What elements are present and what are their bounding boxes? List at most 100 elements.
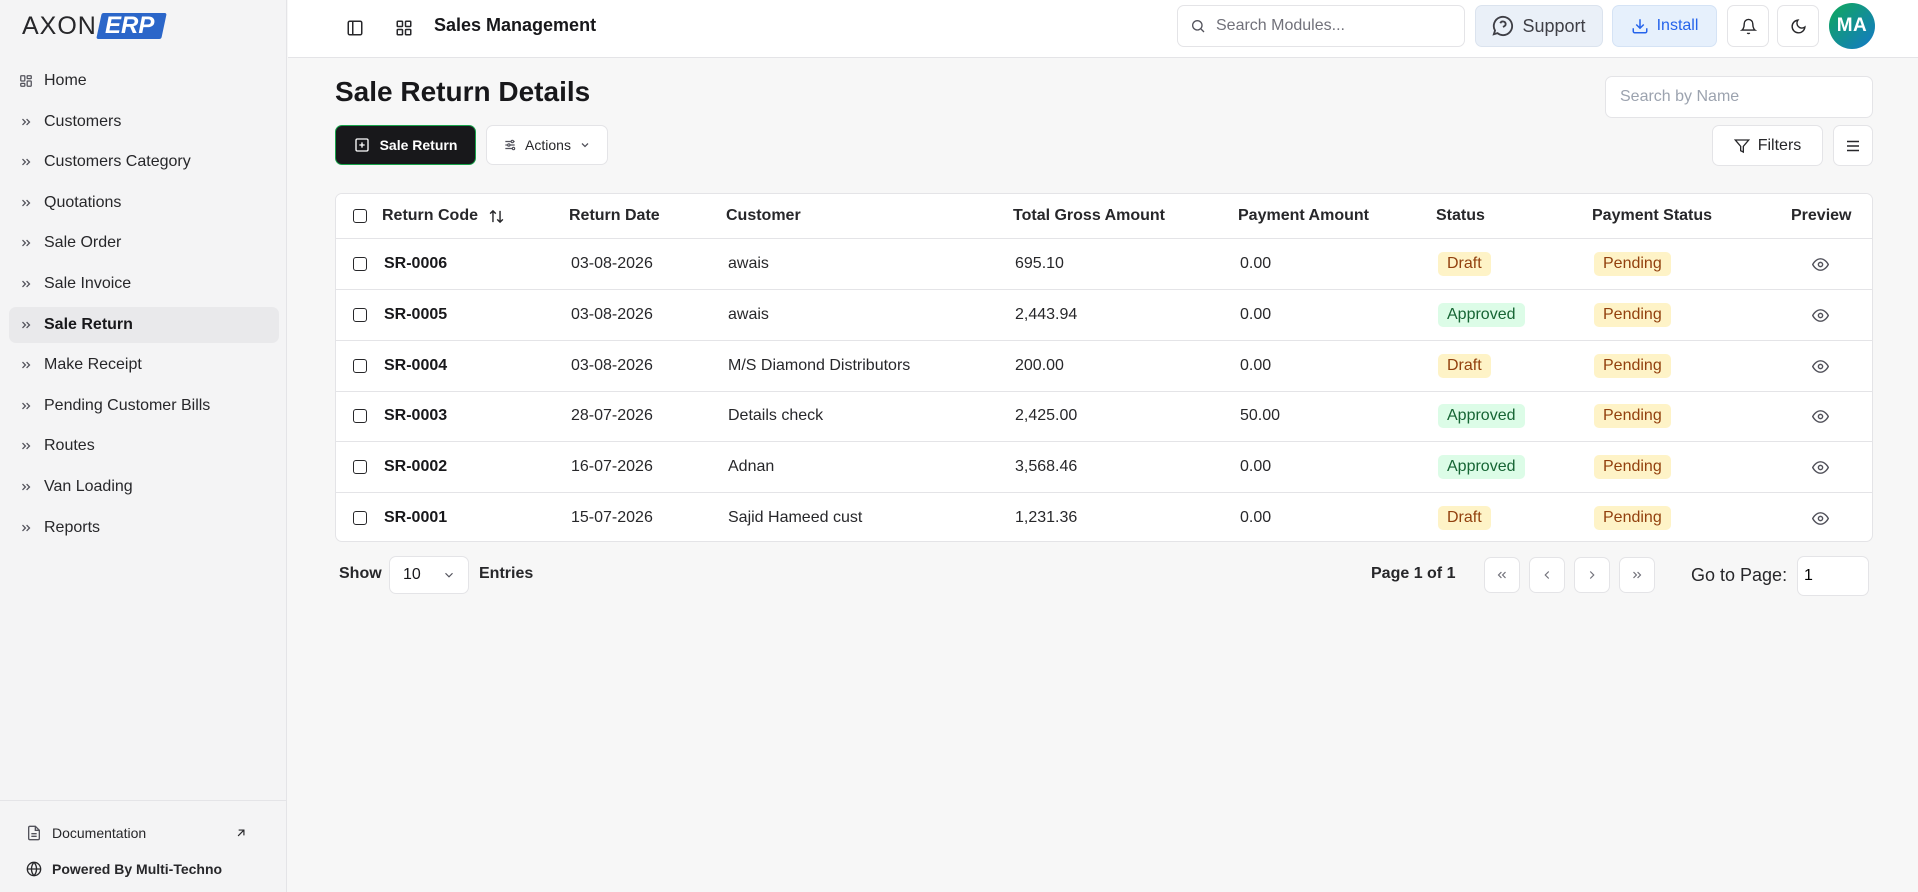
top-header: Sales Management Support Install MA (288, 0, 1918, 58)
table-row[interactable]: SR-0003 28-07-2026 Details check 2,425.00 50… (336, 391, 1872, 442)
row-checkbox[interactable] (353, 460, 367, 474)
chevron-down-icon (445, 572, 453, 578)
cell-return-date: 03-08-2026 (571, 306, 653, 323)
powered-by-label: Powered By Multi-Techno (52, 861, 223, 877)
payment-status-badge: Pending (1594, 506, 1671, 530)
powered-by: Powered By Multi-Techno (26, 861, 222, 877)
column-header-payment-status: Payment Status (1592, 207, 1713, 224)
download-icon (1632, 19, 1648, 34)
panel-left-icon (347, 20, 363, 36)
sidebar-item-label: Van Loading (44, 477, 133, 495)
eye-icon[interactable] (1812, 358, 1829, 375)
cell-return-date: 16-07-2026 (571, 458, 653, 475)
row-checkbox[interactable] (353, 511, 367, 525)
sidebar-item-reports[interactable]: Reports (9, 510, 279, 546)
columns-menu-button[interactable] (1833, 125, 1873, 166)
sidebar-item-routes[interactable]: Routes (9, 428, 279, 464)
table-row[interactable]: SR-0001 15-07-2026 Sajid Hameed cust 1,231.… (336, 493, 1872, 541)
status-badge: Approved (1438, 404, 1525, 428)
sidebar-item-label: Sale Order (44, 234, 122, 252)
eye-icon[interactable] (1812, 307, 1829, 324)
table-row[interactable]: SR-0006 03-08-2026 awais 695.10 0.00 Draft Pen… (336, 239, 1872, 290)
page-size-select[interactable]: 10 (389, 556, 469, 594)
grid-icon (19, 74, 33, 88)
documentation-link[interactable]: Documentation (26, 825, 258, 841)
user-avatar[interactable]: MA (1829, 3, 1875, 49)
sidebar-item-pending-customer-bills[interactable]: Pending Customer Bills (9, 388, 279, 424)
cell-return-code: SR-0002 (384, 458, 448, 475)
chevron-down-icon (581, 143, 589, 148)
globe-icon (26, 861, 42, 877)
sidebar-footer: Documentation Powered By Multi-Techno (0, 800, 287, 892)
support-button[interactable]: Support (1475, 5, 1603, 47)
column-header-return-code[interactable]: Return Code (382, 194, 505, 238)
sidebar-item-label: Customers (44, 112, 122, 130)
support-label: Support (1522, 15, 1586, 36)
filters-button[interactable]: Filters (1712, 125, 1823, 166)
sidebar-item-sale-return[interactable]: Sale Return (9, 306, 279, 343)
page-size-value: 10 (403, 566, 421, 583)
previous-page-button[interactable] (1529, 557, 1565, 593)
last-page-button[interactable] (1619, 557, 1655, 593)
eye-icon[interactable] (1812, 408, 1829, 425)
sidebar-item-make-receipt[interactable]: Make Receipt (9, 347, 279, 383)
table-row[interactable]: SR-0005 03-08-2026 awais 2,443.94 0.00 Approv… (336, 290, 1872, 341)
row-checkbox[interactable] (353, 257, 367, 271)
sidebar-item-van-loading[interactable]: Van Loading (9, 469, 279, 505)
row-checkbox[interactable] (353, 409, 367, 423)
table-row[interactable]: SR-0004 03-08-2026 M/S Diamond Distributor… (336, 341, 1872, 392)
chevrons-right-icon (19, 155, 33, 169)
app-logo[interactable]: AXON ERP (22, 11, 167, 40)
next-page-button[interactable] (1574, 557, 1610, 593)
install-button[interactable]: Install (1612, 5, 1717, 47)
row-checkbox[interactable] (353, 359, 367, 373)
notifications-button[interactable] (1727, 5, 1769, 47)
cell-payment-amount: 0.00 (1240, 509, 1272, 526)
eye-icon[interactable] (1812, 510, 1829, 527)
chevrons-right-icon (19, 521, 33, 535)
sidebar-item-label: Sale Invoice (44, 274, 132, 292)
theme-toggle-button[interactable] (1777, 5, 1819, 47)
cell-total-gross-amount: 695.10 (1015, 255, 1064, 272)
sidebar-item-home[interactable]: Home (9, 63, 279, 99)
column-header-customer: Customer (726, 207, 801, 224)
name-search[interactable] (1605, 76, 1873, 118)
goto-page-field[interactable] (1797, 556, 1869, 596)
row-checkbox[interactable] (353, 308, 367, 322)
bell-icon (1739, 18, 1757, 34)
logo-text-erp: ERP (96, 12, 167, 39)
chevron-left-icon (1544, 571, 1550, 579)
show-label: Show (339, 565, 382, 582)
name-search-input[interactable] (1620, 88, 1860, 106)
module-search[interactable] (1177, 5, 1465, 47)
goto-page-input[interactable] (1804, 567, 1864, 585)
sidebar-item-quotations[interactable]: Quotations (9, 185, 279, 221)
sidebar-item-sale-order[interactable]: Sale Order (9, 225, 279, 261)
sidebar-toggle-button[interactable] (342, 15, 368, 41)
chevrons-right-icon (19, 399, 33, 413)
module-search-input[interactable] (1216, 17, 1446, 35)
add-sale-return-label: Sale Return (379, 137, 458, 153)
actions-dropdown[interactable]: Actions (486, 125, 608, 165)
first-page-button[interactable] (1484, 557, 1520, 593)
status-badge: Approved (1438, 455, 1525, 479)
sidebar-item-customers[interactable]: Customers (9, 104, 279, 140)
cell-payment-amount: 0.00 (1240, 458, 1272, 475)
apps-grid-button[interactable] (391, 15, 417, 41)
help-circle-icon (1492, 15, 1514, 37)
select-all-checkbox[interactable] (353, 209, 367, 223)
eye-icon[interactable] (1812, 459, 1829, 476)
payment-status-badge: Pending (1594, 354, 1671, 378)
logo-text-axon: AXON (22, 11, 97, 40)
document-icon (28, 825, 40, 841)
eye-icon[interactable] (1812, 256, 1829, 273)
payment-status-badge: Pending (1594, 303, 1671, 327)
chevrons-right-icon (19, 196, 33, 210)
column-header-total-gross-amount: Total Gross Amount (1013, 207, 1165, 224)
add-sale-return-button[interactable]: Sale Return (335, 125, 476, 165)
sidebar-item-sale-invoice[interactable]: Sale Invoice (9, 266, 279, 302)
sidebar-item-customers-category[interactable]: Customers Category (9, 144, 279, 180)
cell-customer: awais (728, 306, 769, 323)
cell-payment-amount: 0.00 (1240, 255, 1272, 272)
table-row[interactable]: SR-0002 16-07-2026 Adnan 3,568.46 0.00 Approv… (336, 442, 1872, 493)
